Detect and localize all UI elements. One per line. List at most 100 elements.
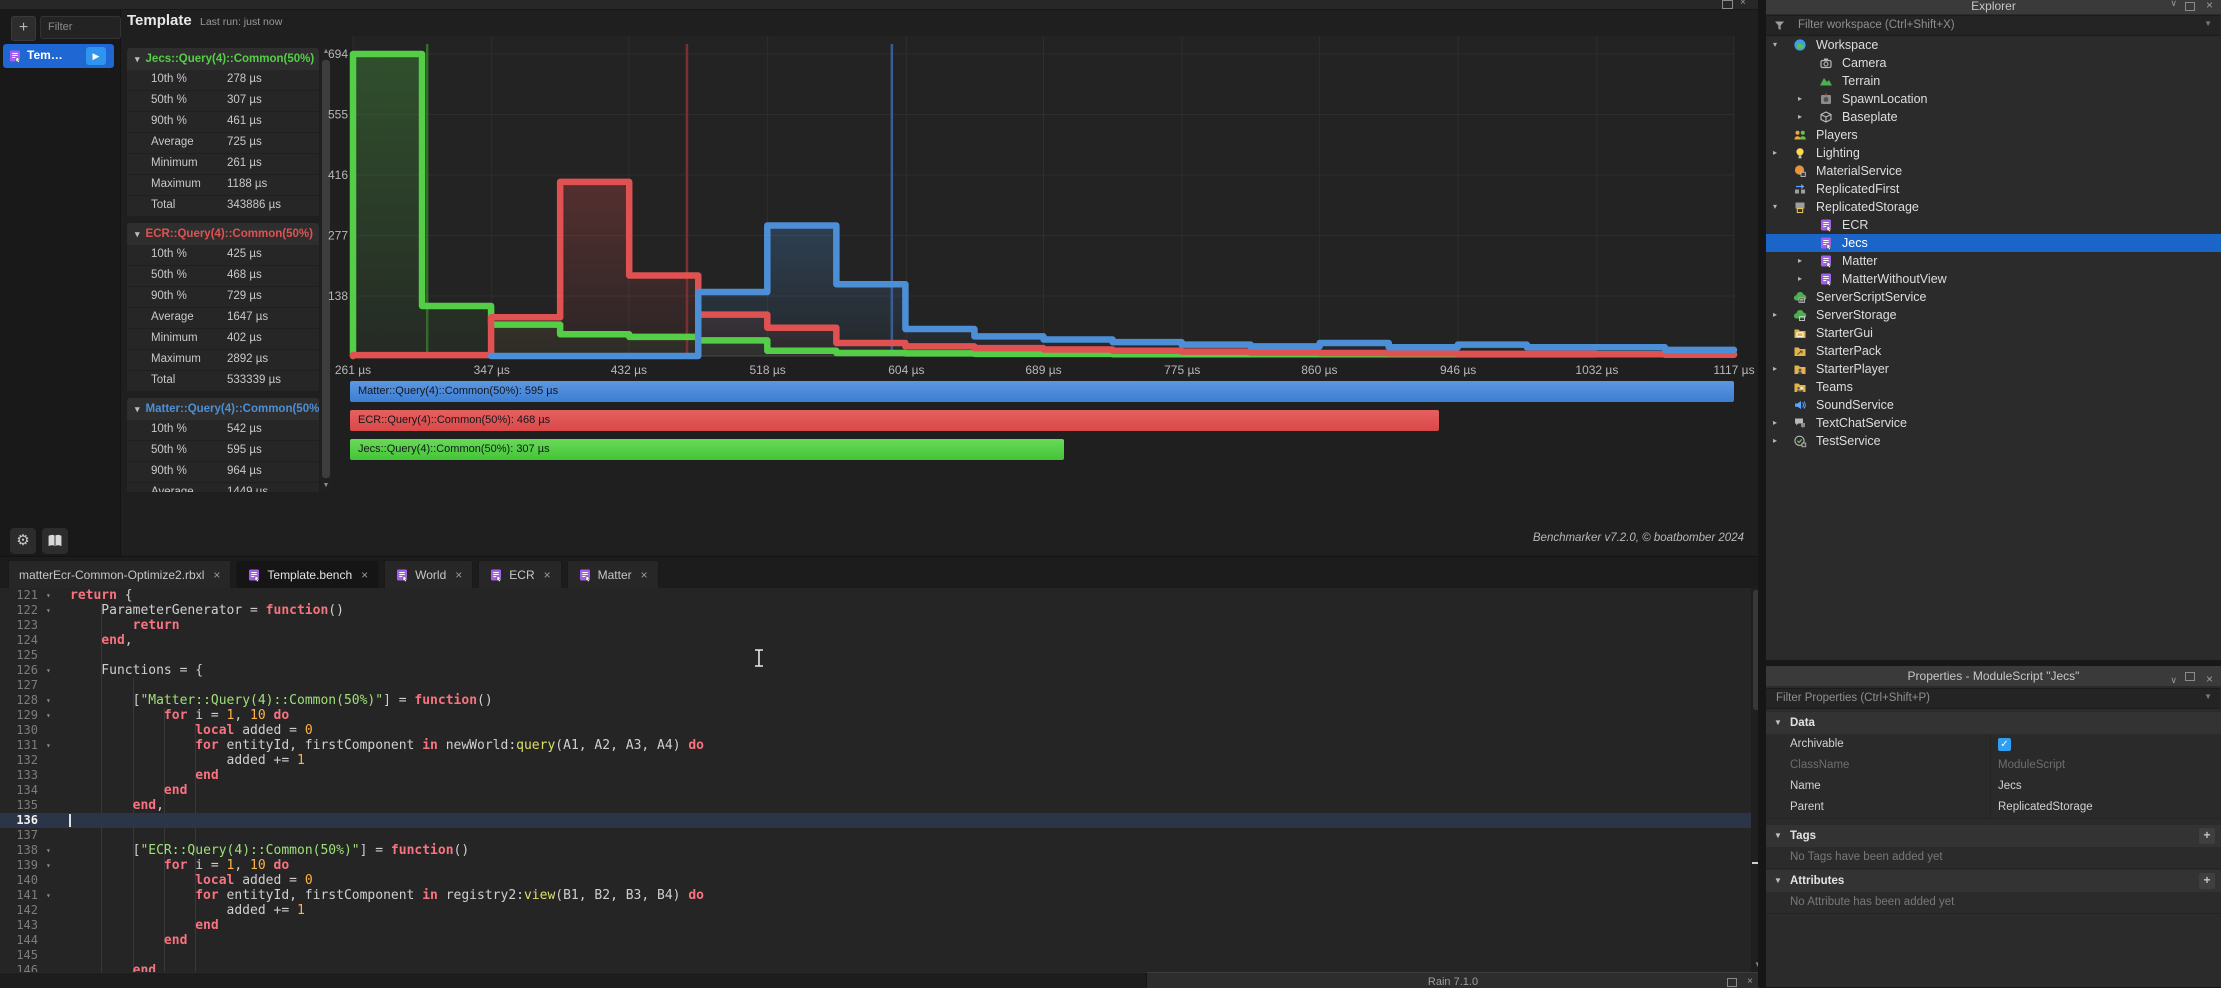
tab-close-icon[interactable]: ×	[213, 568, 220, 582]
fold-arrow-icon[interactable]: ▾	[46, 738, 51, 753]
fold-arrow-icon[interactable]: ▾	[46, 588, 51, 603]
chevron-right-icon[interactable]: ▸	[1773, 306, 1777, 324]
tree-item-lighting[interactable]: ▸Lighting	[1766, 144, 2221, 162]
property-section-attributes[interactable]: ▼Attributes+	[1766, 870, 2221, 893]
chevron-down-icon[interactable]: ∨	[2170, 0, 2177, 9]
chevron-down-icon[interactable]: ▾	[1773, 36, 1777, 54]
fold-arrow-icon[interactable]: ▾	[46, 708, 51, 723]
explorer-filter-input[interactable]: Filter workspace (Ctrl+Shift+X) ▼	[1766, 15, 2220, 36]
benchmark-list-item[interactable]: Tem… ▶	[3, 44, 114, 68]
settings-button[interactable]: ⚙	[10, 528, 36, 554]
tree-item-camera[interactable]: Camera	[1766, 54, 2221, 72]
tab-matterecr-common-optimize2-rbxl[interactable]: matterEcr-Common-Optimize2.rbxl×	[8, 560, 231, 589]
tree-item-textchatservice[interactable]: ▸TextChatService	[1766, 414, 2221, 432]
tree-item-workspace[interactable]: ▾Workspace	[1766, 36, 2221, 54]
tab-close-icon[interactable]: ×	[641, 568, 648, 582]
code-line[interactable]: 124 end,	[0, 633, 1751, 648]
chevron-down-icon[interactable]: ▼	[2204, 19, 2212, 28]
benchmark-filter-input[interactable]: Filter	[40, 16, 121, 39]
code-line[interactable]: 131▾ for entityId, firstComponent in new…	[0, 738, 1751, 753]
tab-world[interactable]: World×	[384, 560, 473, 589]
fold-arrow-icon[interactable]: ▾	[46, 858, 51, 873]
tree-item-testservice[interactable]: ▸TestService	[1766, 432, 2221, 450]
close-icon[interactable]: ×	[1747, 976, 1753, 987]
tree-item-spawnlocation[interactable]: ▸SpawnLocation	[1766, 90, 2221, 108]
chevron-right-icon[interactable]: ▸	[1798, 252, 1802, 270]
archivable-checkbox[interactable]: ✓	[1998, 738, 2011, 751]
tree-item-starterplayer[interactable]: ▸StarterPlayer	[1766, 360, 2221, 378]
chevron-down-icon[interactable]: ▾	[1773, 198, 1777, 216]
run-benchmark-button[interactable]: ▶	[86, 47, 106, 65]
editor-horizontal-scrollbar[interactable]	[0, 972, 1146, 988]
code-line[interactable]: 134 end	[0, 783, 1751, 798]
dock-icon[interactable]	[2185, 2, 2195, 11]
code-line[interactable]: 138▾ ["ECR::Query(4)::Common(50%)"] = fu…	[0, 843, 1751, 858]
add-tags-button[interactable]: +	[2199, 828, 2215, 844]
tree-item-jecs[interactable]: Jecs	[1766, 234, 2221, 252]
tab-close-icon[interactable]: ×	[455, 568, 462, 582]
fold-arrow-icon[interactable]: ▾	[46, 888, 51, 903]
code-line[interactable]: 126▾ Functions = {	[0, 663, 1751, 678]
tree-item-matter[interactable]: ▸Matter	[1766, 252, 2221, 270]
close-icon[interactable]: ×	[2206, 0, 2213, 12]
tree-item-materialservice[interactable]: MaterialService	[1766, 162, 2221, 180]
code-line[interactable]: 140 local added = 0	[0, 873, 1751, 888]
property-section-data[interactable]: ▼Data	[1766, 712, 2221, 735]
stat-card-header[interactable]: ▾ECR::Query(4)::Common(50%)	[127, 223, 319, 245]
code-line[interactable]: 142 added += 1	[0, 903, 1751, 918]
tab-close-icon[interactable]: ×	[544, 568, 551, 582]
scroll-down-arrow[interactable]: ▼	[321, 482, 331, 492]
tree-item-terrain[interactable]: Terrain	[1766, 72, 2221, 90]
dock-icon[interactable]	[1727, 978, 1737, 987]
code-line[interactable]: 139▾ for i = 1, 10 do	[0, 858, 1751, 873]
chevron-right-icon[interactable]: ▸	[1773, 414, 1777, 432]
code-line[interactable]: 127	[0, 678, 1751, 693]
property-section-tags[interactable]: ▼Tags+	[1766, 825, 2221, 848]
property-value[interactable]: ReplicatedStorage	[1998, 797, 2093, 818]
code-line[interactable]: 123 return	[0, 618, 1751, 633]
property-value[interactable]: Jecs	[1998, 776, 2022, 797]
tab-ecr[interactable]: ECR×	[478, 560, 561, 589]
tree-item-ecr[interactable]: ECR	[1766, 216, 2221, 234]
code-line[interactable]: 136	[0, 813, 1751, 828]
chevron-right-icon[interactable]: ▸	[1798, 90, 1802, 108]
fold-arrow-icon[interactable]: ▾	[46, 693, 51, 708]
tab-matter[interactable]: Matter×	[567, 560, 659, 589]
code-line[interactable]: 125	[0, 648, 1751, 663]
stat-card-header[interactable]: ▾Matter::Query(4)::Common(50%)	[127, 398, 319, 420]
code-line[interactable]: 122▾ ParameterGenerator = function()	[0, 603, 1751, 618]
tree-item-starterpack[interactable]: StarterPack	[1766, 342, 2221, 360]
tree-item-serverscriptservice[interactable]: ServerScriptService	[1766, 288, 2221, 306]
tree-item-serverstorage[interactable]: ▸ServerStorage	[1766, 306, 2221, 324]
chevron-down-icon[interactable]: ▼	[2204, 692, 2212, 701]
chevron-right-icon[interactable]: ▸	[1773, 144, 1777, 162]
dock-icon[interactable]	[1722, 0, 1733, 9]
stat-card-header[interactable]: ▾Jecs::Query(4)::Common(50%)	[127, 48, 319, 70]
code-line[interactable]: 130 local added = 0	[0, 723, 1751, 738]
properties-filter-input[interactable]: Filter Properties (Ctrl+Shift+P) ▼	[1766, 688, 2220, 709]
code-line[interactable]: 121▾return {	[0, 588, 1751, 603]
code-line[interactable]: 146 end,	[0, 963, 1751, 972]
close-icon[interactable]: ×	[1740, 0, 1746, 8]
panel-splitter[interactable]	[1758, 0, 1766, 987]
code-line[interactable]: 132 added += 1	[0, 753, 1751, 768]
fold-arrow-icon[interactable]: ▾	[46, 603, 51, 618]
docs-button[interactable]	[42, 528, 68, 554]
code-line[interactable]: 141▾ for entityId, firstComponent in reg…	[0, 888, 1751, 903]
tree-item-replicatedstorage[interactable]: ▾ReplicatedStorage	[1766, 198, 2221, 216]
code-line[interactable]: 143 end	[0, 918, 1751, 933]
code-line[interactable]: 137	[0, 828, 1751, 843]
tab-template-bench[interactable]: Template.bench×	[236, 560, 379, 589]
tree-item-startergui[interactable]: StarterGui	[1766, 324, 2221, 342]
code-line[interactable]: 144 end	[0, 933, 1751, 948]
add-attributes-button[interactable]: +	[2199, 873, 2215, 889]
fold-arrow-icon[interactable]: ▾	[46, 663, 51, 678]
tree-item-matterwithoutview[interactable]: ▸MatterWithoutView	[1766, 270, 2221, 288]
chevron-right-icon[interactable]: ▸	[1773, 432, 1777, 450]
fold-arrow-icon[interactable]: ▾	[46, 843, 51, 858]
tree-item-teams[interactable]: Teams	[1766, 378, 2221, 396]
code-line[interactable]: 145	[0, 948, 1751, 963]
code-line[interactable]: 135 end,	[0, 798, 1751, 813]
dock-icon[interactable]	[2185, 672, 2195, 681]
close-icon[interactable]: ×	[2206, 669, 2213, 686]
